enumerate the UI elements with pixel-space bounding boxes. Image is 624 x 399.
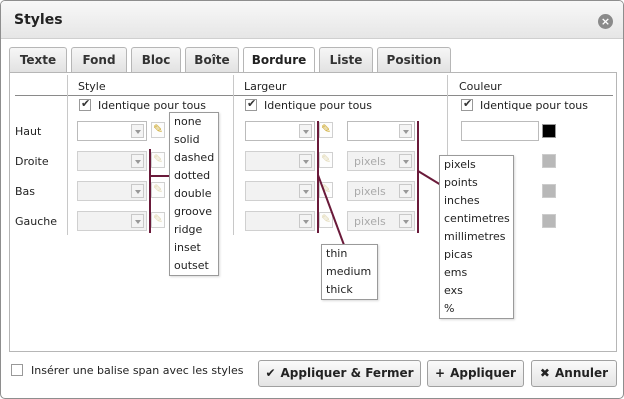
tab-texte[interactable]: Texte (9, 47, 67, 72)
row-label-haut: Haut (15, 125, 42, 138)
tab-liste[interactable]: Liste (319, 47, 373, 72)
chevron-down-icon (399, 154, 412, 168)
chevron-down-icon (299, 184, 312, 198)
chevron-down-icon (399, 124, 412, 138)
style-same-label: Identique pour tous (98, 99, 207, 112)
width-option[interactable]: thick (322, 281, 377, 299)
chevron-down-icon (131, 184, 144, 198)
unit-option[interactable]: points (440, 174, 513, 192)
chevron-down-icon (399, 214, 412, 228)
span-tag-label: Insérer une balise span avec les styles (31, 364, 244, 377)
unit-option[interactable]: ems (440, 264, 513, 282)
style-select-bas[interactable] (77, 181, 147, 201)
width-option[interactable]: medium (322, 263, 377, 281)
width-same-checkbox[interactable] (245, 97, 257, 111)
unit-select-droite[interactable]: pixels (347, 151, 415, 171)
style-option[interactable]: groove (170, 203, 218, 221)
chevron-down-icon (299, 124, 312, 138)
tab-position[interactable]: Position (377, 47, 451, 72)
check-icon: ✔ (265, 366, 276, 380)
tab-bordure[interactable]: Bordure (243, 47, 315, 73)
column-header-couleur: Couleur (459, 80, 502, 93)
header-divider (15, 95, 613, 96)
pencil-icon[interactable] (151, 182, 165, 198)
style-option[interactable]: inset (170, 239, 218, 257)
tab-fond[interactable]: Fond (71, 47, 127, 72)
style-option[interactable]: dashed (170, 149, 218, 167)
column-divider (233, 75, 234, 235)
apply-button[interactable]: + Appliquer (427, 360, 524, 387)
title-bar: Styles × (1, 1, 623, 39)
pencil-icon[interactable] (319, 152, 333, 168)
unit-select-gauche[interactable]: pixels (347, 211, 415, 231)
x-icon: ✖ (539, 366, 550, 380)
row-label-droite: Droite (15, 155, 49, 168)
apply-close-button[interactable]: ✔ Appliquer & Fermer (258, 360, 421, 387)
unit-option[interactable]: pixels (440, 156, 513, 174)
style-select-gauche[interactable] (77, 211, 147, 231)
unit-option[interactable]: % (440, 300, 513, 318)
unit-select-haut[interactable] (347, 121, 415, 141)
color-swatch-haut[interactable] (542, 124, 556, 138)
style-option[interactable]: dotted (170, 167, 218, 185)
style-bracket (149, 149, 151, 233)
column-divider (67, 75, 68, 235)
pencil-icon[interactable] (319, 122, 333, 138)
tab-bloc[interactable]: Bloc (131, 47, 181, 72)
style-select-haut[interactable] (77, 121, 147, 141)
column-header-style: Style (78, 80, 106, 93)
row-label-gauche: Gauche (15, 215, 58, 228)
style-option[interactable]: none (170, 113, 218, 131)
width-select-bas[interactable] (245, 181, 315, 201)
color-swatch-bas[interactable] (542, 184, 556, 198)
chevron-down-icon (399, 184, 412, 198)
chevron-down-icon (131, 154, 144, 168)
pencil-icon[interactable] (151, 152, 165, 168)
unit-option[interactable]: centimetres (440, 210, 513, 228)
column-header-largeur: Largeur (244, 80, 287, 93)
unit-options-list: pixels points inches centimetres millimetres… (439, 155, 514, 319)
unit-option[interactable]: millimetres (440, 228, 513, 246)
close-icon[interactable]: × (598, 14, 613, 29)
unit-select-bas[interactable]: pixels (347, 181, 415, 201)
width-option[interactable]: thin (322, 245, 377, 263)
style-bracket-arm (149, 175, 171, 177)
row-label-bas: Bas (15, 185, 36, 198)
plus-icon: + (435, 366, 446, 380)
styles-dialog: Styles × Texte Fond Bloc Boîte Bordure L… (0, 0, 624, 399)
style-option[interactable]: ridge (170, 221, 218, 239)
style-same-checkbox[interactable] (79, 97, 91, 111)
unit-option[interactable]: picas (440, 246, 513, 264)
width-options-list: thin medium thick (321, 244, 378, 300)
color-swatch-gauche[interactable] (542, 214, 556, 228)
chevron-down-icon (299, 214, 312, 228)
color-same-label: Identique pour tous (480, 99, 589, 112)
pencil-icon[interactable] (151, 212, 165, 228)
chevron-down-icon (131, 214, 144, 228)
style-option[interactable]: solid (170, 131, 218, 149)
width-select-gauche[interactable] (245, 211, 315, 231)
width-select-droite[interactable] (245, 151, 315, 171)
pencil-icon[interactable] (151, 122, 165, 138)
color-same-checkbox[interactable] (461, 97, 473, 111)
unit-option[interactable]: inches (440, 192, 513, 210)
dialog-title: Styles (14, 12, 63, 28)
width-same-label: Identique pour tous (264, 99, 373, 112)
color-swatch-droite[interactable] (542, 154, 556, 168)
chevron-down-icon (131, 124, 144, 138)
unit-option[interactable]: exs (440, 282, 513, 300)
style-select-droite[interactable] (77, 151, 147, 171)
width-bracket-arm (317, 174, 345, 246)
color-input-haut[interactable] (461, 121, 539, 141)
style-option[interactable]: outset (170, 257, 218, 275)
width-select-haut[interactable] (245, 121, 315, 141)
style-options-list: none solid dashed dotted double groove ridge in… (169, 112, 219, 276)
tab-boite[interactable]: Boîte (185, 47, 239, 72)
chevron-down-icon (299, 154, 312, 168)
style-option[interactable]: double (170, 185, 218, 203)
span-tag-checkbox[interactable] (11, 364, 23, 376)
cancel-button[interactable]: ✖ Annuler (531, 360, 617, 387)
